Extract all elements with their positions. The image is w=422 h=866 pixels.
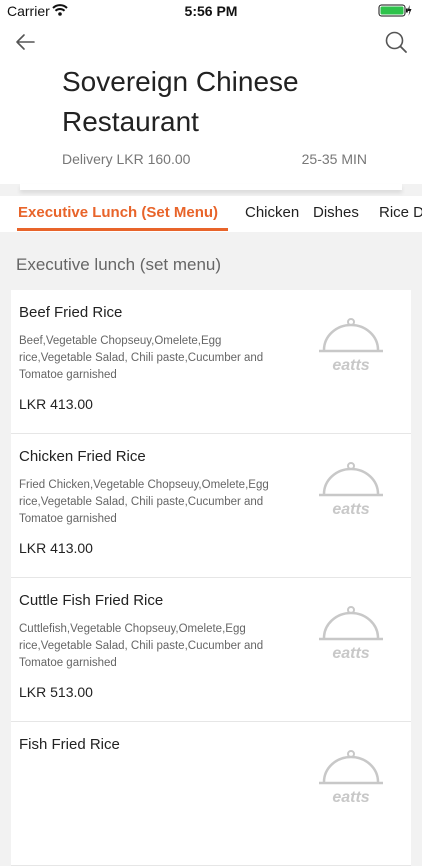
brand-watermark: eatts — [332, 645, 369, 662]
item-description: Beef,Vegetable Chopseuy,Omelete,Egg rice… — [19, 335, 264, 381]
item-price: LKR 513.00 — [19, 684, 93, 700]
back-arrow-icon[interactable] — [13, 30, 37, 54]
menu-item[interactable]: Beef Fried Rice Beef,Vegetable Chopseuy,… — [11, 290, 411, 434]
search-icon[interactable] — [384, 30, 408, 54]
status-bar: Carrier 5:56 PM — [0, 0, 422, 22]
menu-item[interactable]: Cuttle Fish Fried Rice Cuttlefish,Vegeta… — [11, 578, 411, 722]
item-name: Chicken Fried Rice — [19, 448, 146, 465]
restaurant-name: Sovereign Chinese Restaurant — [62, 66, 299, 137]
item-description: Fried Chicken,Vegetable Chopseuy,Omelete… — [19, 479, 269, 525]
cloche-icon: eatts — [319, 606, 383, 662]
header-card-edge — [20, 184, 402, 190]
restaurant-header: Sovereign Chinese Restaurant Delivery LK… — [0, 22, 422, 184]
tab-dishes[interactable]: Dishes — [313, 204, 359, 221]
brand-watermark: eatts — [332, 501, 369, 518]
menu-item[interactable]: Fish Fried Rice eatts — [11, 722, 411, 866]
delivery-eta: 25-35 MIN — [301, 151, 367, 167]
item-name: Cuttle Fish Fried Rice — [19, 592, 164, 609]
status-time: 5:56 PM — [184, 3, 238, 19]
menu-item[interactable]: Chicken Fried Rice Fried Chicken,Vegetab… — [11, 434, 411, 578]
tab-chicken[interactable]: Chicken — [245, 204, 299, 221]
cloche-icon: eatts — [319, 318, 383, 374]
section-title: Executive lunch (set menu) — [16, 255, 222, 274]
item-name: Fish Fried Rice — [19, 736, 120, 753]
section-header: Executive lunch (set menu) — [0, 243, 422, 289]
cloche-icon: eatts — [319, 462, 383, 518]
item-name: Beef Fried Rice — [19, 304, 123, 321]
category-tabs: Executive Lunch (Set Menu) Chicken Dishe… — [0, 196, 422, 232]
tab-rice[interactable]: Rice D — [379, 204, 422, 221]
brand-watermark: eatts — [332, 357, 369, 374]
delivery-fee: Delivery LKR 160.00 — [62, 151, 191, 167]
menu-list: Beef Fried Rice Beef,Vegetable Chopseuy,… — [11, 290, 411, 866]
item-price: LKR 413.00 — [19, 540, 93, 556]
tab-executive-lunch[interactable]: Executive Lunch (Set Menu) — [18, 204, 218, 221]
battery-icon — [378, 4, 412, 17]
cloche-icon: eatts — [319, 750, 383, 806]
item-description: Cuttlefish,Vegetable Chopseuy,Omelete,Eg… — [19, 623, 264, 669]
item-price: LKR 413.00 — [19, 396, 93, 412]
brand-watermark: eatts — [332, 789, 369, 806]
active-tab-indicator — [17, 228, 228, 231]
